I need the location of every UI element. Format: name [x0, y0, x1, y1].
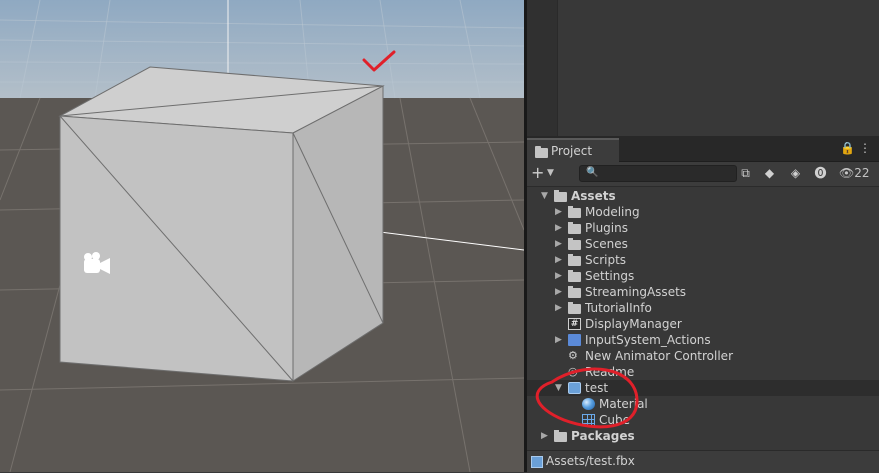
input-actions-icon: [568, 334, 581, 346]
tree-row-packages[interactable]: ▶ Packages: [527, 428, 879, 444]
tree-row-tutorialinfo[interactable]: ▶ TutorialInfo: [527, 300, 879, 316]
tree-row-inputsystem-actions[interactable]: ▶ InputSystem_Actions: [527, 332, 879, 348]
project-toolbar: + ▼ 🔍 ⧉ ◆ ◈ ⓿ 👁22: [527, 162, 879, 187]
create-plus-icon[interactable]: +: [531, 163, 544, 182]
tree-row-label: TutorialInfo: [585, 301, 652, 315]
status-bar: Assets/test.fbx: [527, 450, 879, 473]
tree-row-label: Packages: [571, 429, 635, 443]
tree-row-readme[interactable]: ◎ Readme: [527, 364, 879, 380]
folder-icon: [568, 254, 581, 266]
tree-row-modeling[interactable]: ▶ Modeling: [527, 204, 879, 220]
filter-by-label-icon[interactable]: ◈: [787, 165, 804, 182]
chevron-right-icon[interactable]: ▶: [555, 205, 564, 219]
tree-row-scripts[interactable]: ▶ Scripts: [527, 252, 879, 268]
tree-row-displaymanager[interactable]: # DisplayManager: [527, 316, 879, 332]
folder-icon: [535, 146, 548, 158]
model-icon: [568, 382, 581, 394]
chevron-right-icon[interactable]: ▶: [555, 221, 564, 235]
mesh-icon: [582, 414, 595, 426]
search-input[interactable]: 🔍: [579, 165, 737, 182]
panel-gutter: [527, 0, 558, 136]
tree-row-label: Scripts: [585, 253, 627, 267]
eye-icon: 👁: [839, 166, 855, 180]
folder-icon: [568, 238, 581, 250]
readme-icon: ◎: [568, 365, 578, 378]
folder-icon: [568, 286, 581, 298]
search-settings-icon[interactable]: ⧉: [737, 165, 754, 182]
model-icon: [531, 456, 543, 468]
chevron-right-icon[interactable]: ▶: [555, 253, 564, 267]
search-icon: 🔍: [586, 167, 599, 178]
project-tabbar: Project 🔒 ⋮: [527, 136, 879, 162]
material-icon: [582, 398, 595, 410]
animator-icon: ⚙: [568, 349, 578, 362]
chevron-down-icon[interactable]: ▼: [541, 189, 550, 203]
tree-row-scenes[interactable]: ▶ Scenes: [527, 236, 879, 252]
chevron-right-icon[interactable]: ▶: [555, 269, 564, 283]
scene-view[interactable]: [0, 0, 524, 472]
folder-icon: [568, 206, 581, 218]
tab-project[interactable]: Project: [527, 138, 619, 162]
chevron-down-icon[interactable]: ▼: [555, 381, 564, 395]
tree-row-label: InputSystem_Actions: [585, 333, 711, 347]
chevron-down-icon[interactable]: ▼: [547, 168, 554, 178]
tree-row-label: Material: [599, 397, 648, 411]
tree-row-label: Cube: [599, 413, 630, 427]
chevron-right-icon[interactable]: ▶: [555, 333, 564, 347]
folder-icon: [568, 302, 581, 314]
warning-icon[interactable]: ⓿: [812, 165, 829, 182]
tree-row-settings[interactable]: ▶ Settings: [527, 268, 879, 284]
chevron-right-icon[interactable]: ▶: [555, 301, 564, 315]
folder-open-icon: [554, 190, 567, 202]
tree-row-label: New Animator Controller: [585, 349, 734, 363]
hidden-packages-toggle[interactable]: 👁22: [839, 165, 870, 182]
folder-icon: [568, 222, 581, 234]
chevron-right-icon[interactable]: ▶: [555, 285, 564, 299]
tree-row-assets[interactable]: ▼ Assets: [527, 188, 879, 204]
filter-by-type-icon[interactable]: ◆: [761, 165, 778, 182]
tree-row-label: DisplayManager: [585, 317, 682, 331]
tree-row-label: Plugins: [585, 221, 628, 235]
lock-menu-icons[interactable]: 🔒 ⋮: [840, 141, 871, 155]
tree-row-label: Assets: [571, 189, 616, 203]
chevron-right-icon[interactable]: ▶: [555, 237, 564, 251]
inspector-panel: [527, 0, 879, 136]
selected-asset-path: Assets/test.fbx: [546, 454, 635, 468]
tree-row-label: Readme: [585, 365, 635, 379]
tree-row-label: StreamingAssets: [585, 285, 687, 299]
tree-row-plugins[interactable]: ▶ Plugins: [527, 220, 879, 236]
folder-icon: [554, 430, 567, 442]
tree-row-new-animator-controller[interactable]: ⚙ New Animator Controller: [527, 348, 879, 364]
tree-row-cube[interactable]: Cube: [527, 412, 879, 428]
script-icon: #: [568, 318, 581, 330]
tree-row-material[interactable]: Material: [527, 396, 879, 412]
tree-row-streamingassets[interactable]: ▶ StreamingAssets: [527, 284, 879, 300]
chevron-right-icon[interactable]: ▶: [541, 429, 550, 443]
tree-row-label: Settings: [585, 269, 635, 283]
tab-project-label: Project: [551, 144, 593, 158]
tree-row-test[interactable]: ▼ test: [527, 380, 879, 396]
folder-icon: [568, 270, 581, 282]
tree-row-label: Modeling: [585, 205, 640, 219]
tree-row-label: Scenes: [585, 237, 628, 251]
project-panel: Project 🔒 ⋮ + ▼ 🔍 ⧉ ◆ ◈ ⓿ 👁22 ▼ Assets ▶ Mo…: [527, 136, 879, 473]
tree-row-label: test: [585, 381, 609, 395]
hidden-count: 22: [854, 166, 870, 180]
